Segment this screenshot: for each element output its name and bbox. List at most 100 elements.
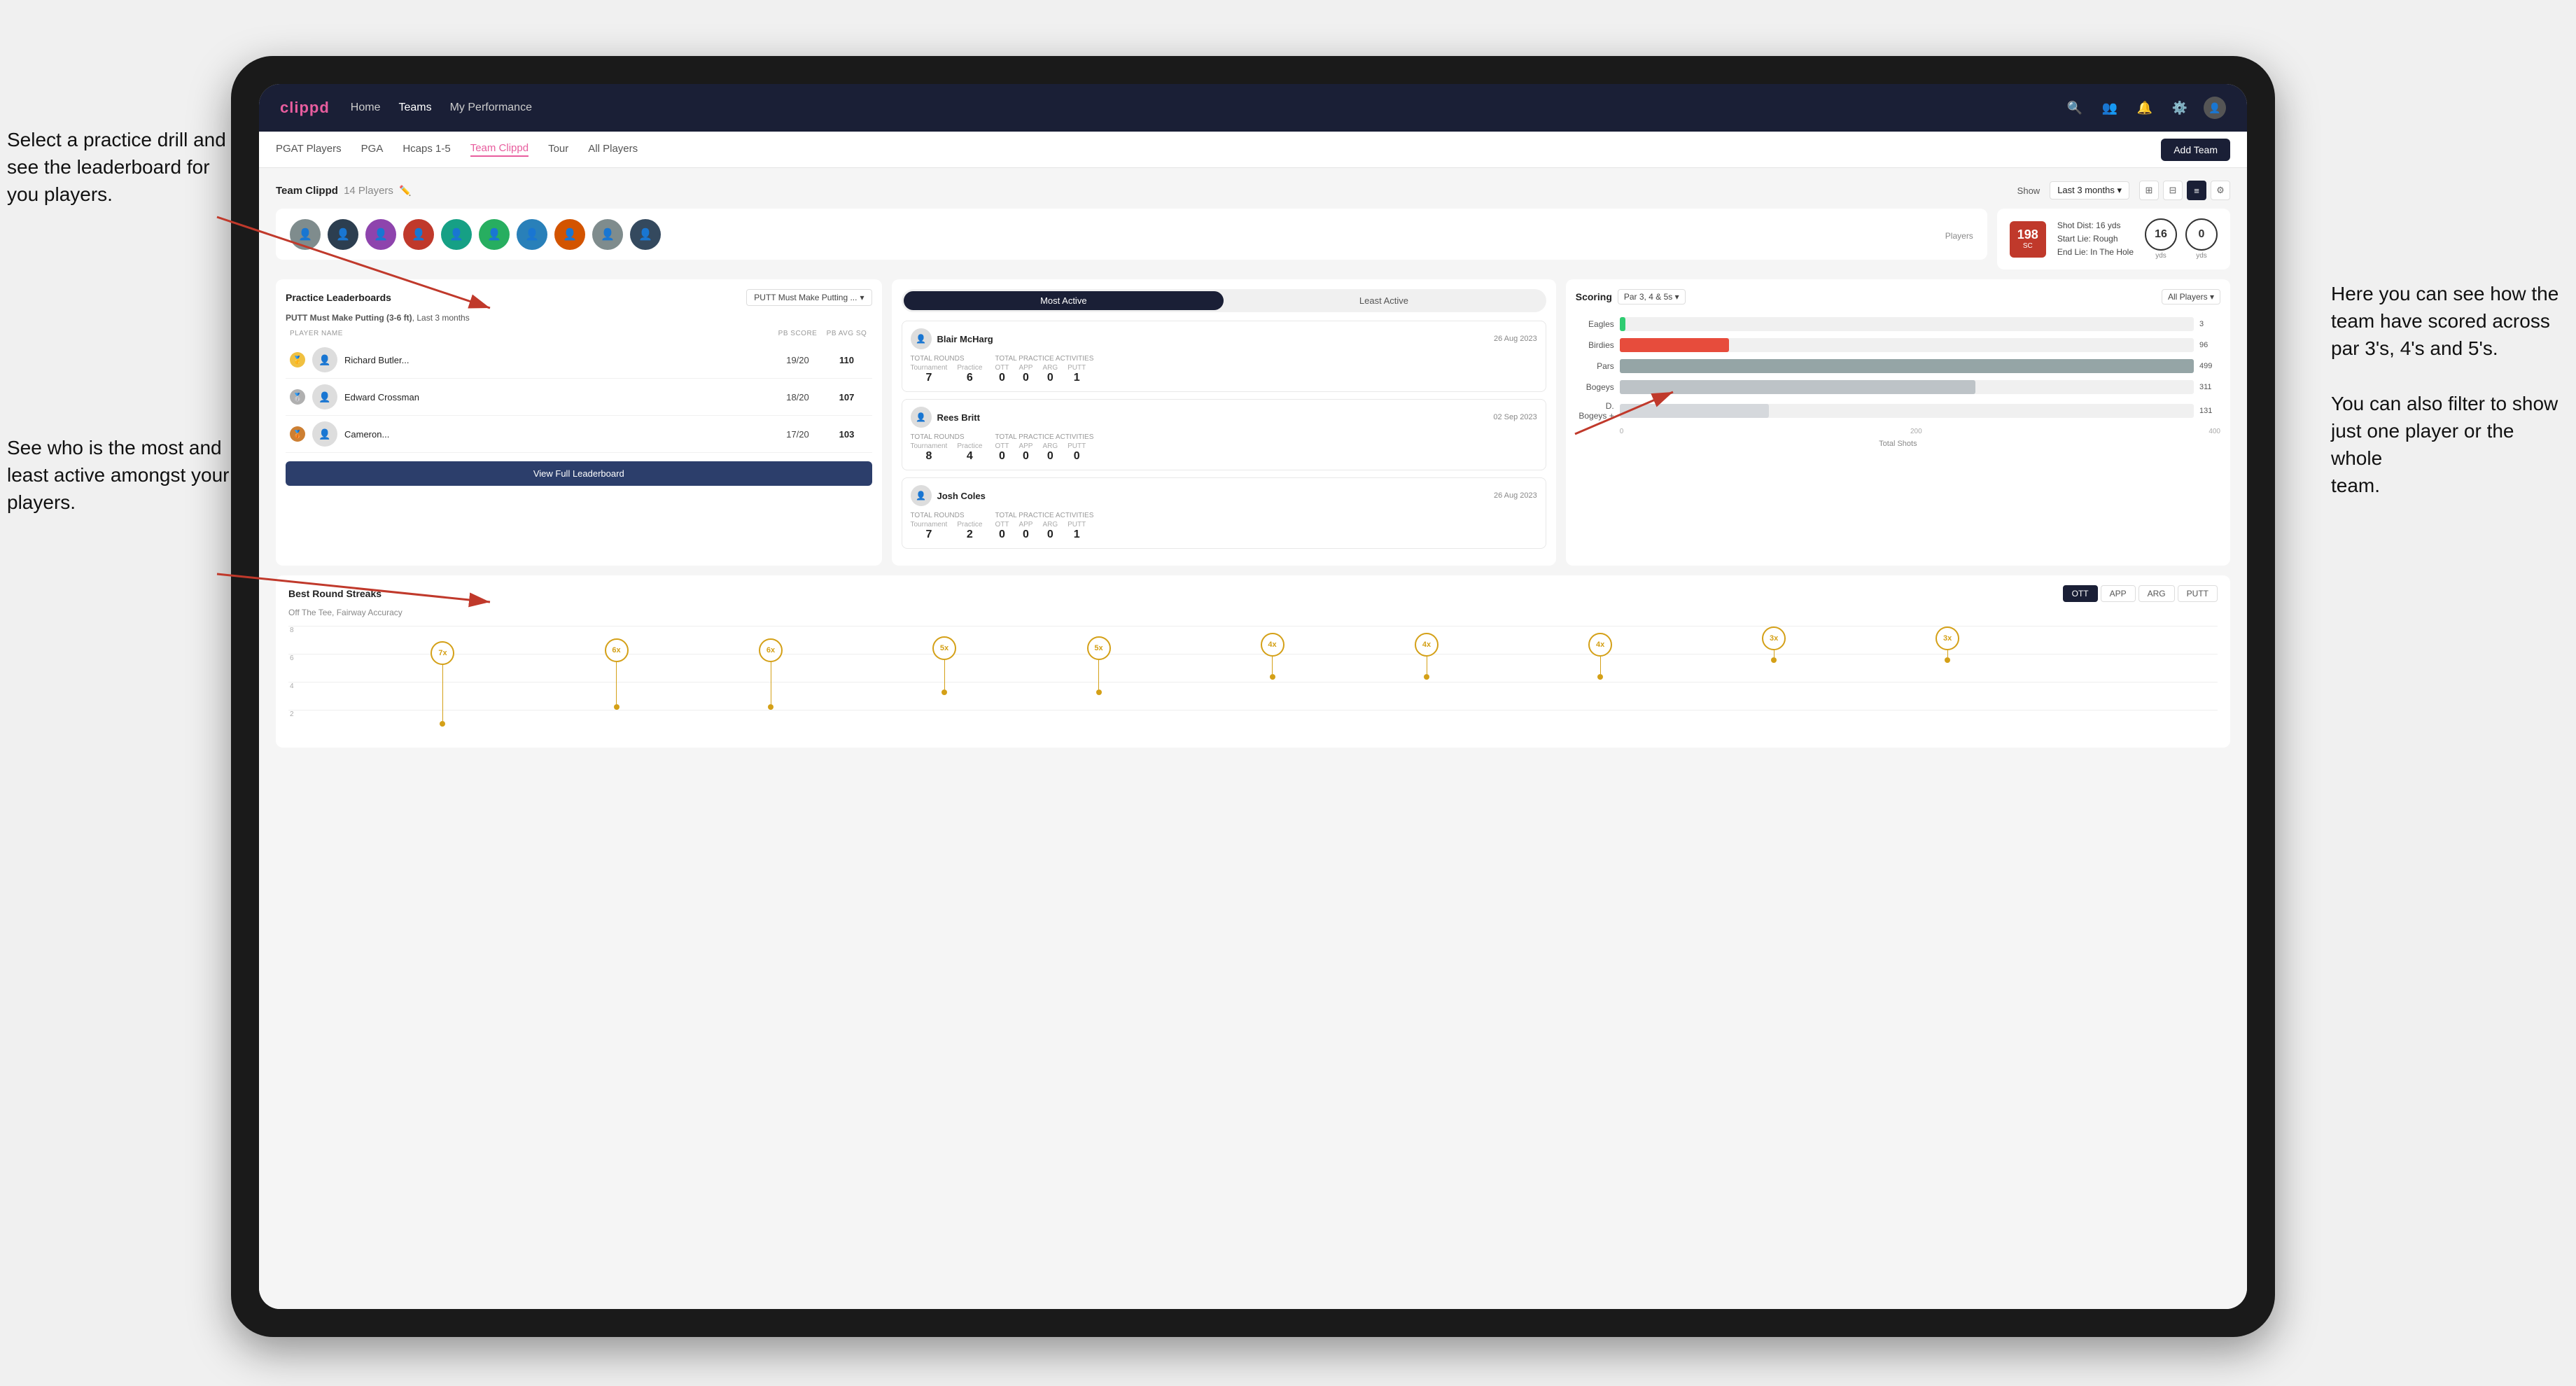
grid3-icon[interactable]: ⊟ bbox=[2163, 181, 2183, 200]
bar-val-eagles: 3 bbox=[2199, 320, 2220, 328]
bar-row-pars: Pars 499 bbox=[1576, 359, 2220, 373]
add-team-button[interactable]: Add Team bbox=[2161, 139, 2230, 161]
tab-ott[interactable]: OTT bbox=[2063, 585, 2098, 602]
lb-avg-2: 107 bbox=[826, 392, 868, 402]
people-icon[interactable]: 👥 bbox=[2099, 97, 2121, 119]
bar-val-dbogeys: 131 bbox=[2199, 407, 2220, 415]
user-avatar[interactable]: 👤 bbox=[2204, 97, 2226, 119]
pa-arg-2: ARG 0 bbox=[1042, 442, 1058, 463]
subnav-team-clippd[interactable]: Team Clippd bbox=[470, 142, 528, 157]
lb-score-2: 18/20 bbox=[777, 392, 819, 402]
subnav-pga[interactable]: PGA bbox=[361, 143, 384, 156]
search-icon[interactable]: 🔍 bbox=[2064, 97, 2086, 119]
three-cols: Practice Leaderboards PUTT Must Make Put… bbox=[276, 279, 2230, 566]
view-full-leaderboard-button[interactable]: View Full Leaderboard bbox=[286, 461, 872, 486]
bar-chart: Eagles 3 Birdies 96 bbox=[1576, 313, 2220, 425]
bar-fill-bogeys bbox=[1620, 380, 1976, 394]
bar-val-pars: 499 bbox=[2199, 362, 2220, 370]
streak-badge: 4x bbox=[1588, 633, 1612, 657]
scoring-filter-par[interactable]: Par 3, 4 & 5s ▾ bbox=[1618, 289, 1686, 304]
subnav-hcaps[interactable]: Hcaps 1-5 bbox=[402, 143, 450, 156]
player-avatar-7[interactable]: 👤 bbox=[517, 219, 547, 250]
grid2-icon[interactable]: ⊞ bbox=[2139, 181, 2159, 200]
players-label: Players bbox=[1945, 231, 1973, 241]
pa-date-3: 26 Aug 2023 bbox=[1494, 491, 1537, 500]
list-item: 👤 Rees Britt 02 Sep 2023 Total Rounds To… bbox=[902, 399, 1546, 470]
player-avatar-8[interactable]: 👤 bbox=[554, 219, 585, 250]
edit-icon[interactable]: ✏️ bbox=[399, 185, 411, 197]
tab-app[interactable]: APP bbox=[2101, 585, 2136, 602]
nav-item-performance[interactable]: My Performance bbox=[450, 102, 532, 114]
pa-practice-row-2: OTT 0 APP 0 ARG 0 bbox=[995, 442, 1093, 463]
pa-stats-1: Total Rounds Tournament 7 Practice 6 bbox=[911, 355, 1537, 384]
tab-putt[interactable]: PUTT bbox=[2178, 585, 2218, 602]
pa-arg-3: ARG 0 bbox=[1042, 521, 1058, 541]
player-avatar-5[interactable]: 👤 bbox=[441, 219, 472, 250]
streaks-tabs: OTT APP ARG PUTT bbox=[2063, 585, 2218, 602]
settings2-icon[interactable]: ⚙ bbox=[2211, 181, 2230, 200]
pa-ott-3: OTT 0 bbox=[995, 521, 1009, 541]
bar-label-dbogeys: D. Bogeys + bbox=[1576, 401, 1614, 421]
scoring-card: Scoring Par 3, 4 & 5s ▾ All Players ▾ Ea… bbox=[1566, 279, 2230, 566]
lb-score-1: 19/20 bbox=[777, 355, 819, 365]
pa-rounds-group-2: Total Rounds Tournament 8 Practice 4 bbox=[911, 433, 983, 463]
show-select[interactable]: Last 3 months ▾ bbox=[2050, 181, 2129, 200]
streak-badge: 4x bbox=[1415, 633, 1438, 657]
pa-rounds-label-2: Total Rounds bbox=[911, 433, 983, 441]
lb-header-score: PB SCORE bbox=[777, 330, 819, 337]
leaderboard-card-header: Practice Leaderboards PUTT Must Make Put… bbox=[286, 289, 872, 306]
scoring-title: Scoring bbox=[1576, 291, 1612, 302]
streak-badge: 5x bbox=[1087, 636, 1111, 660]
player-avatar-1[interactable]: 👤 bbox=[290, 219, 321, 250]
scoring-filter-players[interactable]: All Players ▾ bbox=[2162, 289, 2220, 304]
settings-icon[interactable]: ⚙️ bbox=[2169, 97, 2191, 119]
tab-most-active[interactable]: Most Active bbox=[904, 291, 1224, 310]
pa-name-1: Blair McHarg bbox=[937, 334, 1488, 344]
pa-header-1: 👤 Blair McHarg 26 Aug 2023 bbox=[911, 328, 1537, 349]
subnav-pgat[interactable]: PGAT Players bbox=[276, 143, 342, 156]
tab-arg[interactable]: ARG bbox=[2138, 585, 2175, 602]
player-avatar-10[interactable]: 👤 bbox=[630, 219, 661, 250]
pa-date-1: 26 Aug 2023 bbox=[1494, 335, 1537, 343]
lb-avatar-1: 👤 bbox=[312, 347, 337, 372]
lb-header-avg: PB AVG SQ bbox=[826, 330, 868, 337]
circle-label-1: yds bbox=[2155, 252, 2166, 260]
nav-item-teams[interactable]: Teams bbox=[398, 102, 431, 114]
player-avatar-2[interactable]: 👤 bbox=[328, 219, 358, 250]
pa-rounds-row-1: Tournament 7 Practice 6 bbox=[911, 364, 983, 384]
drill-dropdown[interactable]: PUTT Must Make Putting ... ▾ bbox=[746, 289, 872, 306]
tab-least-active[interactable]: Least Active bbox=[1224, 291, 1544, 310]
player-avatar-6[interactable]: 👤 bbox=[479, 219, 510, 250]
chevron-down-icon: ▾ bbox=[860, 293, 864, 302]
pa-tournament-1: Tournament 7 bbox=[911, 364, 948, 384]
circle-val-2: 0 bbox=[2185, 218, 2218, 251]
shot-info: Shot Dist: 16 yds Start Lie: Rough End L… bbox=[2057, 219, 2134, 260]
bar-axis: 0 200 400 bbox=[1576, 428, 2220, 435]
list-icon[interactable]: ≡ bbox=[2187, 181, 2206, 200]
streak-badge: 6x bbox=[605, 638, 629, 662]
player-avatar-3[interactable]: 👤 bbox=[365, 219, 396, 250]
pa-practice-3: Practice 2 bbox=[957, 521, 982, 541]
pa-practice-label-3: Total Practice Activities bbox=[995, 512, 1093, 519]
circle-val-1: 16 bbox=[2145, 218, 2177, 251]
nav-item-home[interactable]: Home bbox=[351, 102, 381, 114]
player-avatar-9[interactable]: 👤 bbox=[592, 219, 623, 250]
show-label: Show bbox=[2017, 186, 2040, 196]
tablet-screen: clippd Home Teams My Performance 🔍 👥 🔔 ⚙… bbox=[259, 84, 2247, 1309]
lb-avatar-2: 👤 bbox=[312, 384, 337, 410]
nav-items: Home Teams My Performance bbox=[351, 102, 2043, 114]
pa-stats-2: Total Rounds Tournament 8 Practice 4 bbox=[911, 433, 1537, 463]
streaks-header: Best Round Streaks OTT APP ARG PUTT bbox=[288, 585, 2218, 602]
list-item: 👤 Blair McHarg 26 Aug 2023 Total Rounds … bbox=[902, 321, 1546, 392]
practice-leaderboard-card: Practice Leaderboards PUTT Must Make Put… bbox=[276, 279, 882, 566]
player-avatar-4[interactable]: 👤 bbox=[403, 219, 434, 250]
pa-practice-2: Practice 4 bbox=[957, 442, 982, 463]
pa-rounds-row-2: Tournament 8 Practice 4 bbox=[911, 442, 983, 463]
bar-track-pars bbox=[1620, 359, 2194, 373]
subnav-all-players[interactable]: All Players bbox=[588, 143, 638, 156]
streak-badge: 3x bbox=[1762, 626, 1786, 650]
pa-practice-label-1: Total Practice Activities bbox=[995, 355, 1093, 363]
subnav-tour[interactable]: Tour bbox=[548, 143, 568, 156]
bell-icon[interactable]: 🔔 bbox=[2134, 97, 2156, 119]
lb-header-name: PLAYER NAME bbox=[290, 330, 770, 337]
